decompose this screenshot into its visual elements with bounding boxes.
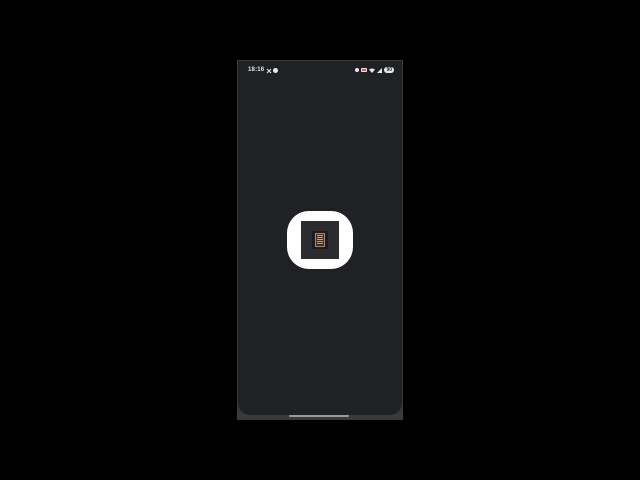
status-right: 90: [355, 67, 394, 73]
phone-frame: 18:16 90: [237, 60, 403, 420]
close-notification-icon: [266, 68, 272, 73]
battery-icon: 90: [384, 67, 394, 73]
circle-notification-icon: [273, 67, 279, 73]
wifi-icon: [369, 68, 376, 73]
status-left: 18:16: [248, 67, 279, 73]
book-app-icon: [312, 231, 328, 249]
dot-icon: [355, 68, 360, 72]
splash-screen: 18:16 90: [238, 61, 402, 415]
app-icon-inner: [301, 221, 339, 259]
app-icon: [287, 211, 353, 269]
home-indicator[interactable]: [289, 415, 349, 417]
chat-icon: [361, 68, 368, 72]
status-bar: 18:16 90: [238, 61, 402, 79]
status-time: 18:16: [248, 67, 265, 73]
signal-icon: [377, 67, 383, 73]
